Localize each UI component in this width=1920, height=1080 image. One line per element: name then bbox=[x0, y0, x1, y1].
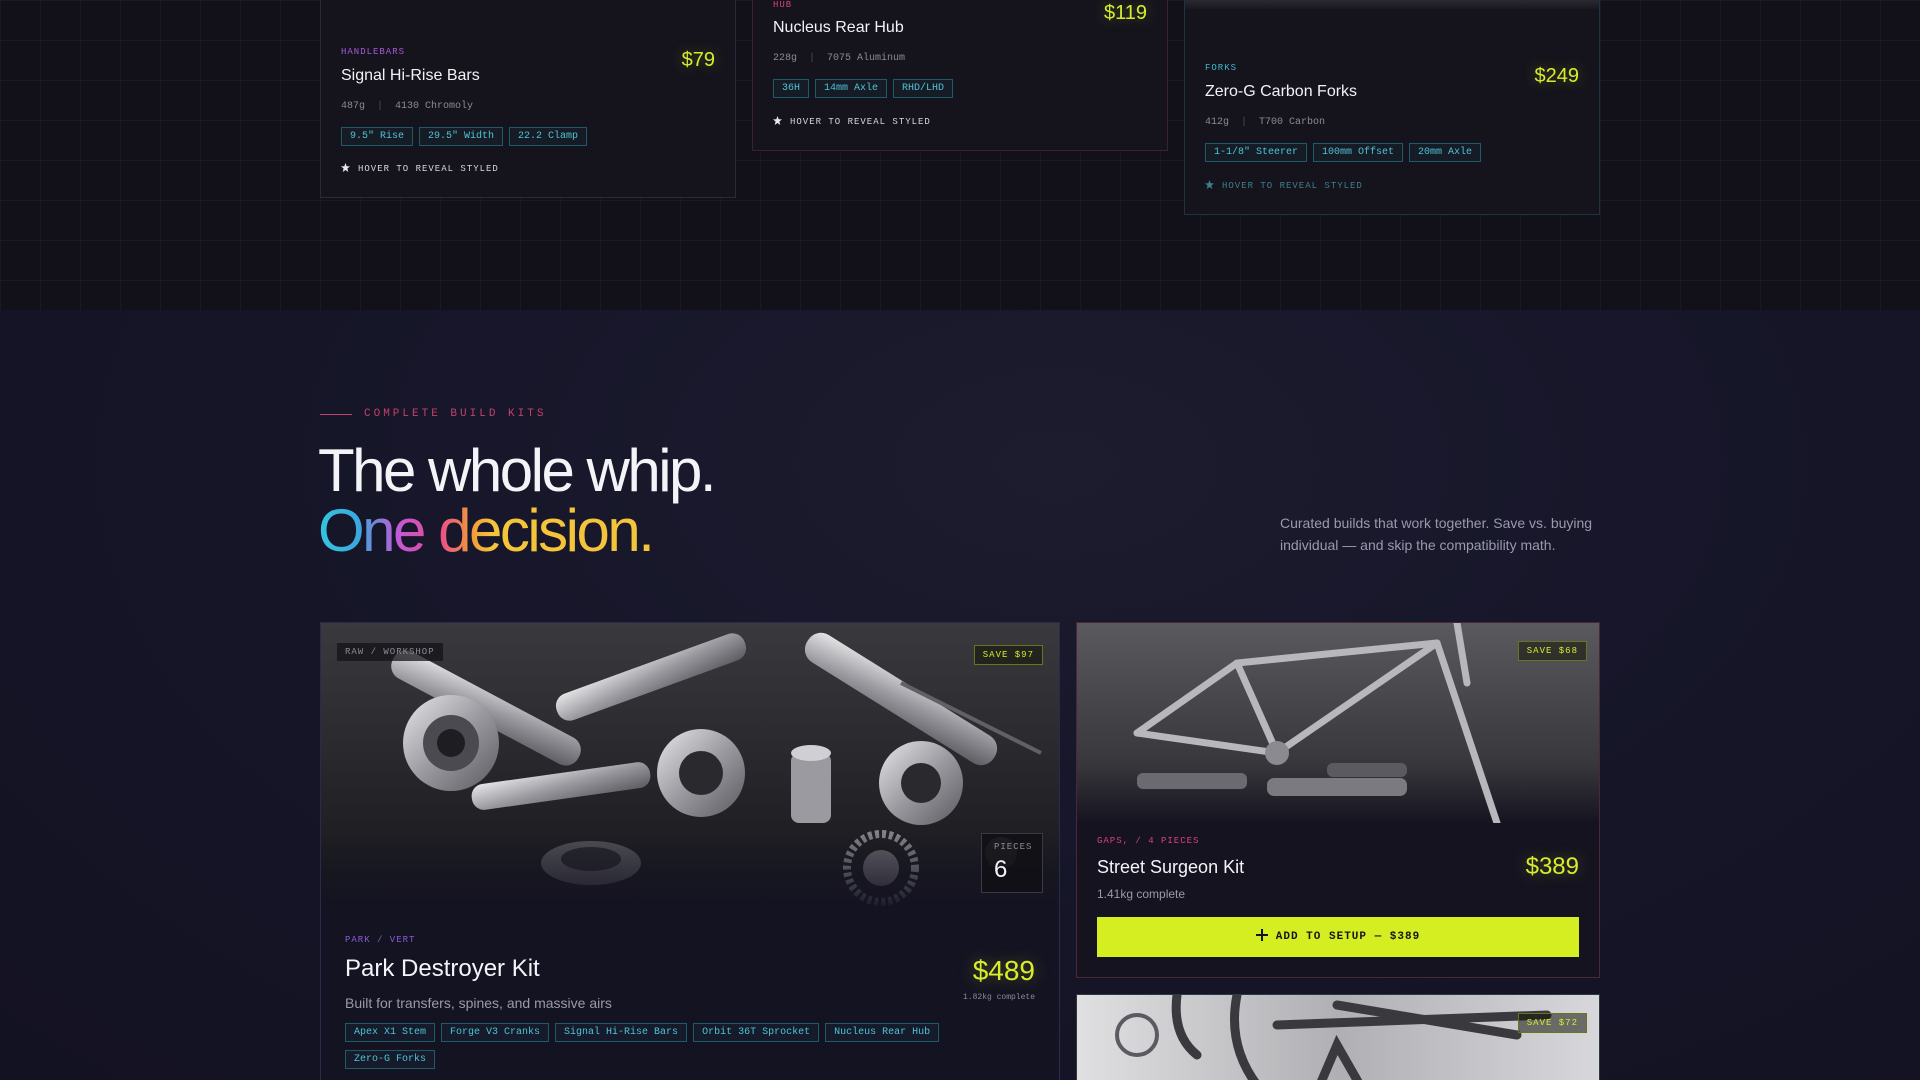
section-headline: The whole whip. bbox=[318, 437, 717, 504]
kit-price: $489 bbox=[972, 955, 1035, 986]
included-part-tag: Zero-G Forks bbox=[345, 1050, 436, 1069]
part-weight: 228g bbox=[773, 53, 798, 64]
included-part-tag: Signal Hi-Rise Bars bbox=[555, 1023, 688, 1042]
workshop-parts-illustration bbox=[321, 623, 1059, 913]
spec-tag: 1-1/8" Steerer bbox=[1205, 143, 1308, 162]
kit-subtitle: Built for transfers, spines, and massive… bbox=[345, 995, 612, 1011]
kit-included-parts: Apex X1 Stem Forge V3 Cranks Signal Hi-R… bbox=[345, 1023, 1025, 1069]
part-tags: 36H 14mm Axle RHD/LHD bbox=[773, 79, 954, 98]
kit-weight: 1.41kg complete bbox=[1097, 887, 1186, 901]
image-source-badge: RAW / WORKSHOP bbox=[337, 643, 443, 661]
part-material: 7075 Aluminum bbox=[827, 53, 906, 64]
spec-separator: | bbox=[809, 53, 816, 64]
part-specs: 228g | 7075 Aluminum bbox=[773, 53, 905, 64]
kit-name: Park Destroyer Kit bbox=[345, 955, 540, 982]
part-card-hub[interactable]: HUB Nucleus Rear Hub $119 228g | 7075 Al… bbox=[752, 0, 1168, 151]
eyebrow-line bbox=[320, 413, 352, 415]
eyebrow-label: COMPLETE BUILD KITS bbox=[364, 408, 547, 420]
spec-tag: 20mm Axle bbox=[1409, 143, 1482, 162]
part-price: $249 bbox=[1534, 65, 1580, 87]
pieces-label: PIECES bbox=[994, 842, 1033, 852]
kit-price: $389 bbox=[1525, 853, 1579, 880]
pieces-count: 6 bbox=[994, 856, 1008, 883]
part-name: Nucleus Rear Hub bbox=[773, 19, 904, 36]
star-icon bbox=[341, 163, 350, 175]
kit-card-third[interactable]: SAVE $72 bbox=[1076, 994, 1600, 1080]
included-part-tag: Apex X1 Stem bbox=[345, 1023, 436, 1042]
part-card-forks[interactable]: FORKS Zero-G Carbon Forks $249 412g | T7… bbox=[1184, 0, 1600, 215]
part-category: HANDLEBARS bbox=[341, 47, 406, 57]
part-material: T700 Carbon bbox=[1259, 117, 1326, 128]
kit-weight: 1.82kg complete bbox=[962, 993, 1035, 1002]
section-description: Curated builds that work together. Save … bbox=[1280, 515, 1593, 553]
frame-rack-illustration bbox=[1077, 995, 1599, 1080]
included-part-tag: Forge V3 Cranks bbox=[441, 1023, 550, 1042]
included-part-tag: Orbit 36T Sprocket bbox=[693, 1023, 820, 1042]
included-part-tag: Nucleus Rear Hub bbox=[825, 1023, 940, 1042]
add-to-setup-button[interactable]: ADD TO SETUP — $389 bbox=[1097, 917, 1579, 957]
add-to-setup-label: ADD TO SETUP — $389 bbox=[1275, 931, 1421, 943]
part-tags: 1-1/8" Steerer 100mm Offset 20mm Axle bbox=[1205, 143, 1482, 162]
hover-hint: HOVER TO REVEAL STYLED bbox=[773, 116, 931, 128]
hover-hint: HOVER TO REVEAL STYLED bbox=[1205, 180, 1363, 192]
pieces-counter: PIECES 6 bbox=[981, 833, 1043, 893]
part-category: HUB bbox=[773, 0, 793, 10]
kit-image-workshop bbox=[321, 623, 1059, 913]
save-badge: SAVE $68 bbox=[1517, 641, 1587, 661]
spec-tag: 100mm Offset bbox=[1313, 143, 1404, 162]
spec-tag: 22.2 Clamp bbox=[509, 127, 588, 146]
parts-section: HANDLEBARS Signal Hi-Rise Bars $79 487g … bbox=[0, 0, 1920, 310]
part-specs: 412g | T700 Carbon bbox=[1205, 117, 1325, 128]
part-image-edge bbox=[1185, 0, 1599, 9]
part-card-handlebars[interactable]: HANDLEBARS Signal Hi-Rise Bars $79 487g … bbox=[320, 0, 736, 198]
part-weight: 487g bbox=[341, 101, 366, 112]
spec-tag: RHD/LHD bbox=[893, 79, 954, 98]
hover-hint-label: HOVER TO REVEAL STYLED bbox=[1222, 181, 1363, 191]
kit-category: PARK / VERT bbox=[345, 935, 416, 945]
spec-separator: | bbox=[377, 101, 384, 112]
save-badge: SAVE $97 bbox=[973, 645, 1043, 665]
part-name: Zero-G Carbon Forks bbox=[1205, 83, 1358, 100]
part-price: $119 bbox=[1103, 2, 1147, 24]
part-tags: 9.5" Rise 29.5" Width 22.2 Clamp bbox=[341, 127, 588, 146]
part-name: Signal Hi-Rise Bars bbox=[341, 67, 480, 84]
section-headline-gradient: One decision. bbox=[318, 497, 655, 564]
part-price: $79 bbox=[681, 49, 715, 71]
kit-image-frames bbox=[1077, 995, 1599, 1080]
spec-tag: 36H bbox=[773, 79, 810, 98]
kits-section: COMPLETE BUILD KITS The whole whip. One … bbox=[0, 310, 1920, 1080]
kit-category: GAPS, / 4 PIECES bbox=[1097, 836, 1200, 846]
part-weight: 412g bbox=[1205, 117, 1230, 128]
star-icon bbox=[1205, 180, 1214, 192]
hover-hint-label: HOVER TO REVEAL STYLED bbox=[790, 117, 931, 127]
plus-icon bbox=[1255, 929, 1268, 945]
part-category: FORKS bbox=[1205, 63, 1238, 73]
part-specs: 487g | 4130 Chromoly bbox=[341, 101, 473, 112]
spec-separator: | bbox=[1241, 117, 1248, 128]
hover-hint-label: HOVER TO REVEAL STYLED bbox=[358, 164, 499, 174]
kit-card-park-destroyer[interactable]: RAW / WORKSHOP SAVE $97 PIECES 6 PARK / … bbox=[320, 622, 1060, 1080]
star-icon bbox=[773, 116, 782, 128]
spec-tag: 9.5" Rise bbox=[341, 127, 414, 146]
spec-tag: 29.5" Width bbox=[419, 127, 504, 146]
spec-tag: 14mm Axle bbox=[815, 79, 888, 98]
kit-name: Street Surgeon Kit bbox=[1097, 857, 1245, 877]
section-eyebrow: COMPLETE BUILD KITS bbox=[320, 408, 546, 420]
hover-hint: HOVER TO REVEAL STYLED bbox=[341, 163, 499, 175]
save-badge: SAVE $72 bbox=[1517, 1013, 1587, 1033]
kit-card-street-surgeon[interactable]: SAVE $68 GAPS, / 4 PIECES Street Surgeon… bbox=[1076, 622, 1600, 978]
part-material: 4130 Chromoly bbox=[395, 101, 474, 112]
